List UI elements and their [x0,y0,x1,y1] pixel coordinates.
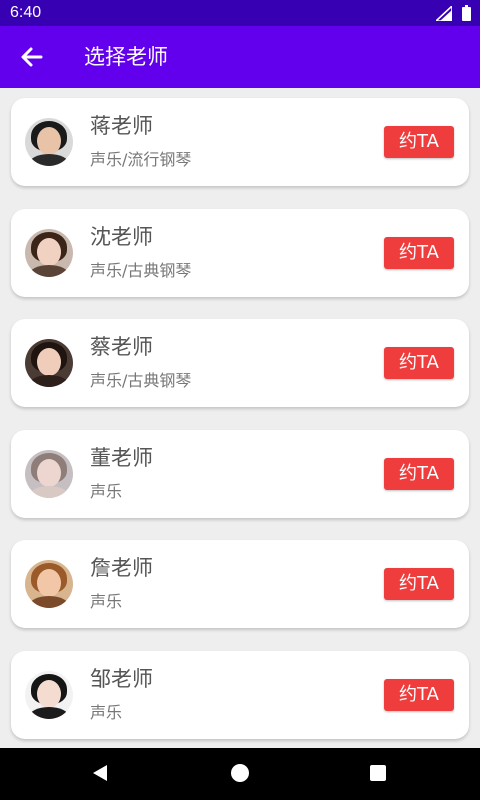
book-teacher-button[interactable]: 约TA [384,568,454,600]
teacher-card[interactable]: 蔡老师 声乐/古典钢琴 约TA [11,319,469,407]
teacher-name: 沈老师 [90,225,153,249]
teacher-name: 蔡老师 [90,335,153,359]
avatar-body [29,707,69,719]
avatar-body [29,596,69,608]
teacher-card[interactable]: 董老师 声乐 约TA [11,430,469,518]
teacher-name: 詹老师 [90,556,153,580]
teacher-list[interactable]: 蒋老师 声乐/流行钢琴 约TA 沈老师 声乐/古典钢琴 约TA 蔡老师 声乐/古… [0,88,480,748]
teacher-subject: 声乐 [90,592,123,611]
avatar [25,450,73,498]
avatar-face [37,680,61,708]
teacher-card[interactable]: 蒋老师 声乐/流行钢琴 约TA [11,98,469,186]
avatar [25,118,73,166]
book-teacher-button[interactable]: 约TA [384,347,454,379]
avatar-face [37,127,61,155]
avatar-face [37,348,61,376]
navigation-bar [0,748,480,800]
teacher-subject: 声乐/古典钢琴 [90,371,192,390]
avatar-body [29,265,69,277]
avatar [25,560,73,608]
teacher-subject: 声乐/流行钢琴 [90,150,192,169]
nav-recents-icon[interactable] [370,765,386,781]
teacher-subject: 声乐/古典钢琴 [90,261,192,280]
avatar [25,339,73,387]
nav-back-icon[interactable] [90,763,110,783]
book-teacher-button[interactable]: 约TA [384,458,454,490]
avatar [25,671,73,719]
page-title: 选择老师 [84,45,168,69]
teacher-card[interactable]: 邹老师 声乐 约TA [11,651,469,739]
teacher-name: 蒋老师 [90,114,153,138]
teacher-subject: 声乐 [90,482,123,501]
avatar-body [29,486,69,498]
teacher-name: 邹老师 [90,667,153,691]
avatar [25,229,73,277]
avatar-face [37,569,61,597]
battery-icon [462,5,471,21]
avatar-face [37,238,61,266]
status-time: 6:40 [10,4,42,21]
app-bar: 选择老师 [0,26,480,88]
avatar-face [37,459,61,487]
nav-home-icon[interactable] [231,764,249,782]
arrow-back-icon [21,47,43,67]
back-button[interactable] [14,39,50,75]
teacher-subject: 声乐 [90,703,123,722]
teacher-card[interactable]: 沈老师 声乐/古典钢琴 约TA [11,209,469,297]
teacher-card[interactable]: 詹老师 声乐 约TA [11,540,469,628]
avatar-body [29,375,69,387]
book-teacher-button[interactable]: 约TA [384,237,454,269]
avatar-body [29,154,69,166]
teacher-name: 董老师 [90,446,153,470]
signal-icon [436,6,452,21]
book-teacher-button[interactable]: 约TA [384,679,454,711]
status-bar: 6:40 [0,0,480,26]
book-teacher-button[interactable]: 约TA [384,126,454,158]
